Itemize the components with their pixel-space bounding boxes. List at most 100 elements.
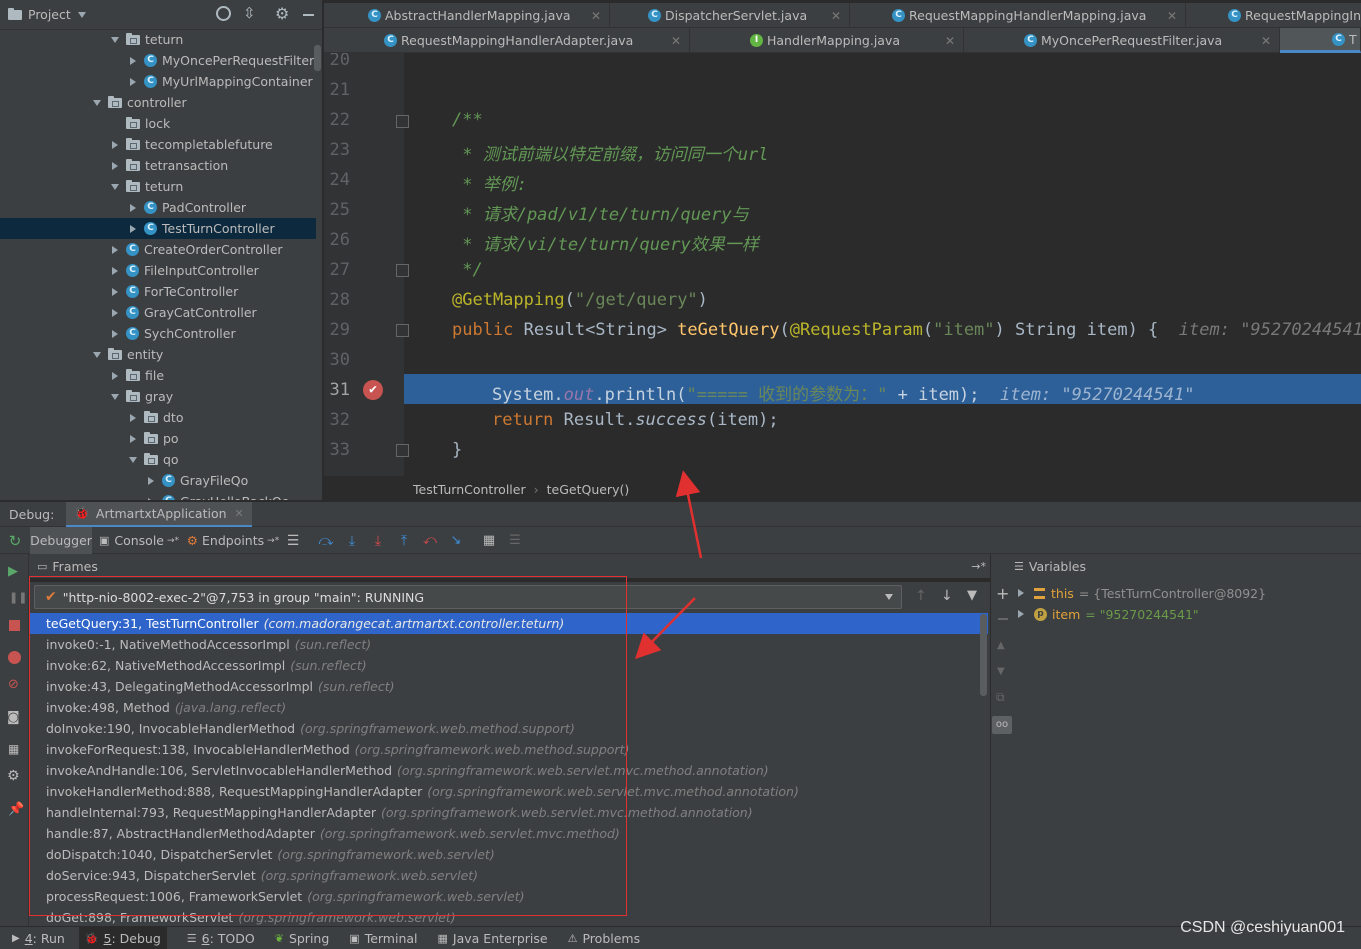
- breakpoint-icon[interactable]: ✔: [363, 380, 383, 400]
- camera-icon[interactable]: ◙: [7, 710, 20, 725]
- step-into-icon[interactable]: ⤓: [342, 527, 362, 554]
- mute-breakpoints-icon[interactable]: ⊘: [8, 677, 19, 692]
- code-editor[interactable]: 20 21 22 23 24 25 26 27 28 29 30 31 32 33 ✔ /** * 测试前…: [324, 53, 1361, 476]
- tree-item[interactable]: file: [0, 365, 316, 386]
- tree-item[interactable]: C GrayHelloBackQo: [0, 491, 316, 500]
- chevron-right-icon[interactable]: [144, 476, 158, 485]
- step-over-icon[interactable]: ⤼: [316, 527, 336, 554]
- step-out-icon[interactable]: ⤒: [394, 527, 414, 554]
- todo-tool-button[interactable]: ☰ 6: TODO: [187, 931, 255, 946]
- close-icon[interactable]: ✕: [235, 507, 244, 520]
- tab-endpoints[interactable]: ⚙ Endpoints →*: [186, 527, 280, 554]
- chevron-right-icon[interactable]: [108, 266, 122, 275]
- move-down-icon[interactable]: ▼: [997, 666, 1005, 677]
- java-enterprise-tool-button[interactable]: ▦ Java Enterprise: [438, 931, 548, 946]
- close-icon[interactable]: ✕: [591, 9, 601, 23]
- run-tool-button[interactable]: ▶ 4: Run: [12, 931, 65, 946]
- chevron-down-icon[interactable]: [90, 351, 104, 358]
- chevron-right-icon[interactable]: [126, 224, 140, 233]
- target-icon[interactable]: [216, 6, 231, 21]
- menu-icon[interactable]: ☰: [284, 527, 302, 554]
- tree-scrollbar[interactable]: [314, 45, 321, 71]
- tab-debugger[interactable]: Debugger: [30, 527, 92, 554]
- frames-scrollbar[interactable]: [980, 614, 987, 696]
- problems-tool-button[interactable]: ⚠ Problems: [568, 931, 641, 946]
- tab-active[interactable]: CT: [1280, 28, 1361, 53]
- trace-icon[interactable]: ☰: [506, 527, 524, 554]
- tab-dispatcher-servlet[interactable]: C DispatcherServlet.java ✕: [610, 3, 850, 28]
- tree-item[interactable]: C FileInputController: [0, 260, 316, 281]
- tree-item[interactable]: qo: [0, 449, 316, 470]
- chevron-right-icon[interactable]: [108, 287, 122, 296]
- variable-row[interactable]: this = {TestTurnController@8092}: [1018, 583, 1266, 603]
- chevron-right-icon[interactable]: [108, 161, 122, 170]
- tree-item[interactable]: C MyUrlMappingContainer: [0, 71, 316, 92]
- chevron-right-icon[interactable]: [108, 308, 122, 317]
- pin-icon[interactable]: 📌: [8, 802, 24, 817]
- tab-console[interactable]: ▣ Console →*: [98, 527, 180, 554]
- variable-row[interactable]: p item = "95270244541": [1018, 604, 1199, 624]
- tree-item[interactable]: C CreateOrderController: [0, 239, 316, 260]
- resume-icon[interactable]: ▶: [8, 564, 18, 579]
- chevron-right-icon[interactable]: [126, 77, 140, 86]
- copy-icon[interactable]: ⧉: [996, 690, 1005, 705]
- breadcrumb-method[interactable]: teGetQuery(): [547, 482, 630, 497]
- arrow-up-icon[interactable]: ↑: [915, 588, 927, 604]
- chevron-right-icon[interactable]: [126, 203, 140, 212]
- stop-icon[interactable]: [9, 620, 20, 631]
- close-icon[interactable]: ✕: [671, 34, 681, 48]
- tree-item[interactable]: tecompletablefuture: [0, 134, 316, 155]
- close-icon[interactable]: ✕: [1167, 9, 1177, 23]
- tab-request-mapping-info[interactable]: C RequestMappingInf: [1186, 3, 1361, 28]
- tree-item[interactable]: C GrayCatController: [0, 302, 316, 323]
- chevron-down-icon[interactable]: [108, 393, 122, 400]
- arrow-down-icon[interactable]: ↓: [941, 588, 953, 604]
- tree-item[interactable]: C MyOncePerRequestFilter: [0, 50, 316, 71]
- chevron-right-icon[interactable]: [108, 329, 122, 338]
- debug-tool-button[interactable]: 🐞 5: Debug: [78, 927, 167, 949]
- spring-tool-button[interactable]: ❦ Spring: [275, 931, 330, 946]
- tree-item[interactable]: gray: [0, 386, 316, 407]
- layout-icon[interactable]: ▦: [8, 742, 19, 756]
- tree-item[interactable]: teturn: [0, 30, 316, 50]
- gear-icon[interactable]: ⚙: [275, 4, 289, 23]
- add-watch-icon[interactable]: +: [996, 584, 1009, 603]
- project-title[interactable]: Project: [28, 7, 71, 22]
- breadcrumb-class[interactable]: TestTurnController: [413, 482, 526, 497]
- tab-abstract-handler-mapping[interactable]: C AbstractHandlerMapping.java ✕: [358, 3, 610, 28]
- fold-icon[interactable]: [396, 444, 409, 457]
- expand-icon[interactable]: [1018, 610, 1024, 618]
- watches-glasses-icon[interactable]: oo: [992, 716, 1012, 734]
- chevron-down-icon[interactable]: [108, 183, 122, 190]
- fold-icon[interactable]: [396, 115, 409, 128]
- fold-icon[interactable]: [396, 324, 409, 337]
- tab-my-once-per-request-filter[interactable]: C MyOncePerRequestFilter.java ✕: [964, 28, 1280, 53]
- chevron-right-icon[interactable]: [144, 497, 158, 500]
- filter-icon[interactable]: ▼: [967, 588, 977, 603]
- settings-icon[interactable]: ⚙: [7, 768, 20, 784]
- chevron-right-icon[interactable]: [108, 140, 122, 149]
- view-breakpoints-icon[interactable]: [8, 651, 21, 664]
- close-icon[interactable]: ✕: [945, 34, 955, 48]
- chevron-down-icon[interactable]: [77, 11, 86, 18]
- chevron-right-icon[interactable]: [108, 245, 122, 254]
- tree-item[interactable]: dto: [0, 407, 316, 428]
- collapse-icon[interactable]: ⇳: [243, 4, 256, 22]
- tab-request-mapping-handler-adapter[interactable]: C RequestMappingHandlerAdapter.java ✕: [324, 28, 690, 53]
- run-to-cursor-icon[interactable]: ↘: [446, 527, 466, 554]
- terminal-tool-button[interactable]: ▣ Terminal: [349, 931, 417, 946]
- tree-item[interactable]: tetransaction: [0, 155, 316, 176]
- fold-icon[interactable]: [396, 264, 409, 277]
- rerun-icon[interactable]: ↻: [6, 527, 24, 554]
- chevron-down-icon[interactable]: [90, 99, 104, 106]
- close-icon[interactable]: ✕: [1261, 34, 1271, 48]
- chevron-right-icon[interactable]: [126, 413, 140, 422]
- pause-icon[interactable]: ❚❚: [9, 591, 27, 604]
- tree-item[interactable]: po: [0, 428, 316, 449]
- minimize-icon[interactable]: [303, 14, 314, 16]
- tree-item[interactable]: C SychController: [0, 323, 316, 344]
- expand-icon[interactable]: [1018, 589, 1024, 597]
- chevron-right-icon[interactable]: [108, 371, 122, 380]
- tree-item[interactable]: C GrayFileQo: [0, 470, 316, 491]
- tree-item[interactable]: C PadController: [0, 197, 316, 218]
